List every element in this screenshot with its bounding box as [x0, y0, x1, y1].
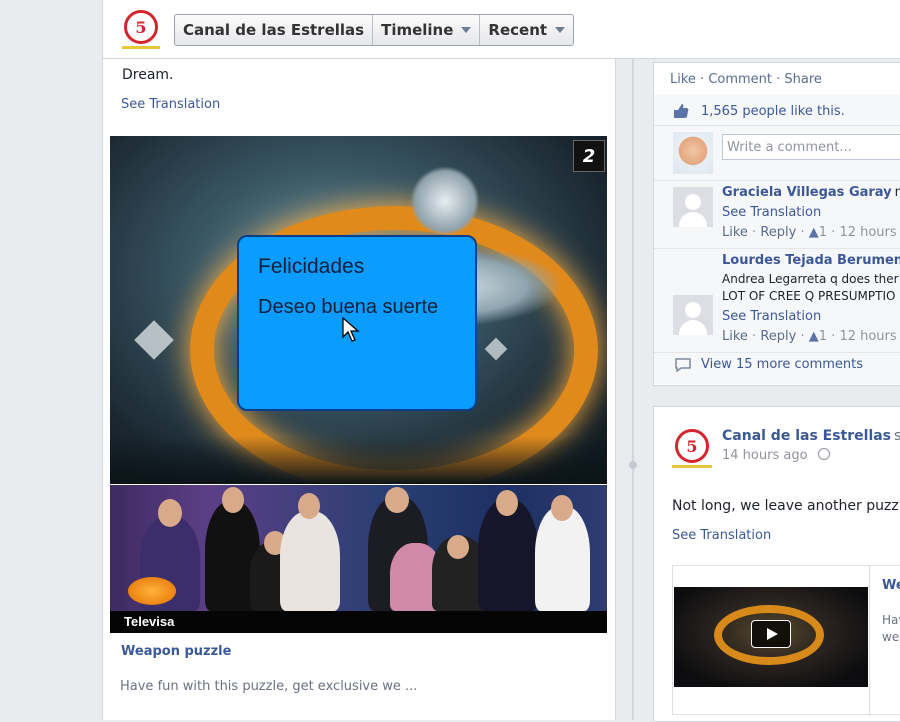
current-user-avatar [673, 132, 713, 174]
globe-icon [817, 448, 830, 460]
like-small-icon: ▲ [808, 329, 819, 344]
comment-body: Andrea Legarreta q does ther [722, 272, 899, 286]
see-translation-link[interactable]: See Translation [672, 528, 771, 543]
cast-member-head [222, 487, 244, 513]
post-text: Not long, we leave another puzz [672, 498, 899, 514]
comment-meta: Like · Reply · ▲1 · 12 hours a [722, 329, 900, 344]
comment-like-count: 1 [818, 329, 828, 344]
link-title[interactable]: We [882, 578, 900, 593]
see-translation-link[interactable]: See Translation [722, 205, 821, 220]
page-name-button[interactable]: Canal de las Estrellas [175, 15, 374, 45]
recent-dropdown[interactable]: Recent [480, 15, 573, 45]
comment-time[interactable]: 12 hours a [839, 329, 900, 344]
see-translation-link[interactable]: See Translation [121, 97, 220, 112]
televisa-logo-icon [128, 577, 176, 605]
post-time[interactable]: 14 hours ago [722, 448, 830, 463]
comment-time[interactable]: 12 hours a [839, 225, 900, 240]
cast-member-head [158, 499, 182, 527]
comment-author[interactable]: Graciela Villegas Garay [722, 185, 892, 200]
link-preview-card[interactable]: We Hav we [672, 565, 900, 716]
crown-graphic [410, 166, 480, 236]
popup-message: Deseo buena suerte [258, 296, 439, 318]
cast-member-head [385, 487, 409, 513]
comment-2: Lourdes Tejada Berumen [722, 253, 900, 268]
diamond-graphic [134, 320, 174, 360]
comment-reply-link[interactable]: Reply [760, 329, 796, 344]
recent-label: Recent [488, 21, 548, 39]
logo-underline [672, 465, 712, 468]
commenter-avatar[interactable] [673, 295, 713, 335]
comment-placeholder: Write a comment... [727, 140, 852, 155]
comment-body-line2: LOT OF CREE Q PRESUMPTIO [722, 289, 896, 303]
comment-author-tail: ma [895, 185, 900, 200]
comment-reply-link[interactable]: Reply [760, 225, 796, 240]
comment-meta: Like · Reply · ▲1 · 12 hours a [722, 225, 900, 240]
timeline-spine [632, 58, 634, 720]
view-more-comments-link[interactable]: View 15 more comments [701, 357, 863, 372]
timeline-dropdown[interactable]: Timeline [373, 15, 481, 45]
timeline-dot [629, 461, 637, 469]
channel-badge: 2 [573, 140, 605, 172]
logo-underline [122, 46, 160, 49]
likes-count[interactable]: 1,565 people like this. [701, 104, 845, 119]
post-text: Dream. [122, 67, 174, 83]
canal-5-logo-icon: 5 [675, 429, 709, 463]
popup-title: Felicidades [258, 255, 365, 278]
separator [654, 352, 900, 353]
cast-member [280, 511, 340, 611]
separator [654, 180, 900, 181]
chevron-down-icon [461, 27, 472, 33]
image-shade [110, 436, 607, 484]
link-desc-line2: we [882, 630, 900, 644]
separator [869, 566, 870, 716]
timeline-label: Timeline [381, 21, 454, 39]
link-desc-line1: Hav [882, 613, 900, 627]
comment-1: Graciela Villegas Garayma [722, 185, 900, 200]
post-actions[interactable]: Like · Comment · Share [670, 72, 822, 87]
banner-footer-bar: Televisa [110, 611, 607, 633]
thumbs-up-icon [674, 104, 689, 118]
comment-author[interactable]: Lourdes Tejada Berumen [722, 253, 900, 268]
cast-member-head [298, 493, 320, 519]
mouse-pointer-icon [342, 317, 360, 342]
comment-like-count: 1 [818, 225, 828, 240]
comment-like-link[interactable]: Like [722, 225, 748, 240]
post-image[interactable]: 2 Felicidades Deseo buena suerte [110, 136, 607, 484]
post-author-name[interactable]: Canal de las Estrellas [722, 428, 891, 444]
post-author-tail: sh [894, 428, 900, 444]
like-small-icon: ▲ [808, 225, 819, 240]
chevron-down-icon [555, 27, 566, 33]
comment-input[interactable]: Write a comment... [722, 134, 900, 160]
post-author: Canal de las Estrellassh [722, 428, 900, 444]
link-description: Have fun with this puzzle, get exclusive… [120, 679, 418, 694]
page-name-label: Canal de las Estrellas [183, 21, 365, 39]
page-logo[interactable]: 5 [124, 10, 158, 44]
cast-member-head [496, 490, 518, 516]
page-avatar[interactable]: 5 [675, 429, 709, 463]
cast-member-head [551, 495, 573, 521]
page-nav-group: Canal de las Estrellas Timeline Recent [174, 14, 575, 46]
canal-5-logo-icon: 5 [124, 10, 158, 44]
comment-like-link[interactable]: Like [722, 329, 748, 344]
play-button[interactable] [751, 620, 791, 648]
televisa-wordmark: Televisa [124, 614, 175, 629]
commenter-avatar[interactable] [673, 187, 713, 227]
video-thumbnail[interactable] [674, 587, 868, 687]
separator [654, 125, 900, 126]
separator [654, 248, 900, 249]
link-title[interactable]: Weapon puzzle [121, 644, 231, 659]
see-translation-link[interactable]: See Translation [722, 309, 821, 324]
play-icon [767, 628, 778, 640]
comments-card: Like · Comment · Share 1,565 people like… [653, 62, 900, 386]
post-time-label: 14 hours ago [722, 448, 808, 463]
cast-member-head [447, 535, 469, 559]
cast-member [535, 506, 590, 611]
second-post-card: 5 Canal de las Estrellassh 14 hours ago … [653, 406, 900, 722]
speech-bubble-icon [675, 358, 691, 372]
cast-banner-image[interactable]: Televisa [110, 485, 607, 633]
